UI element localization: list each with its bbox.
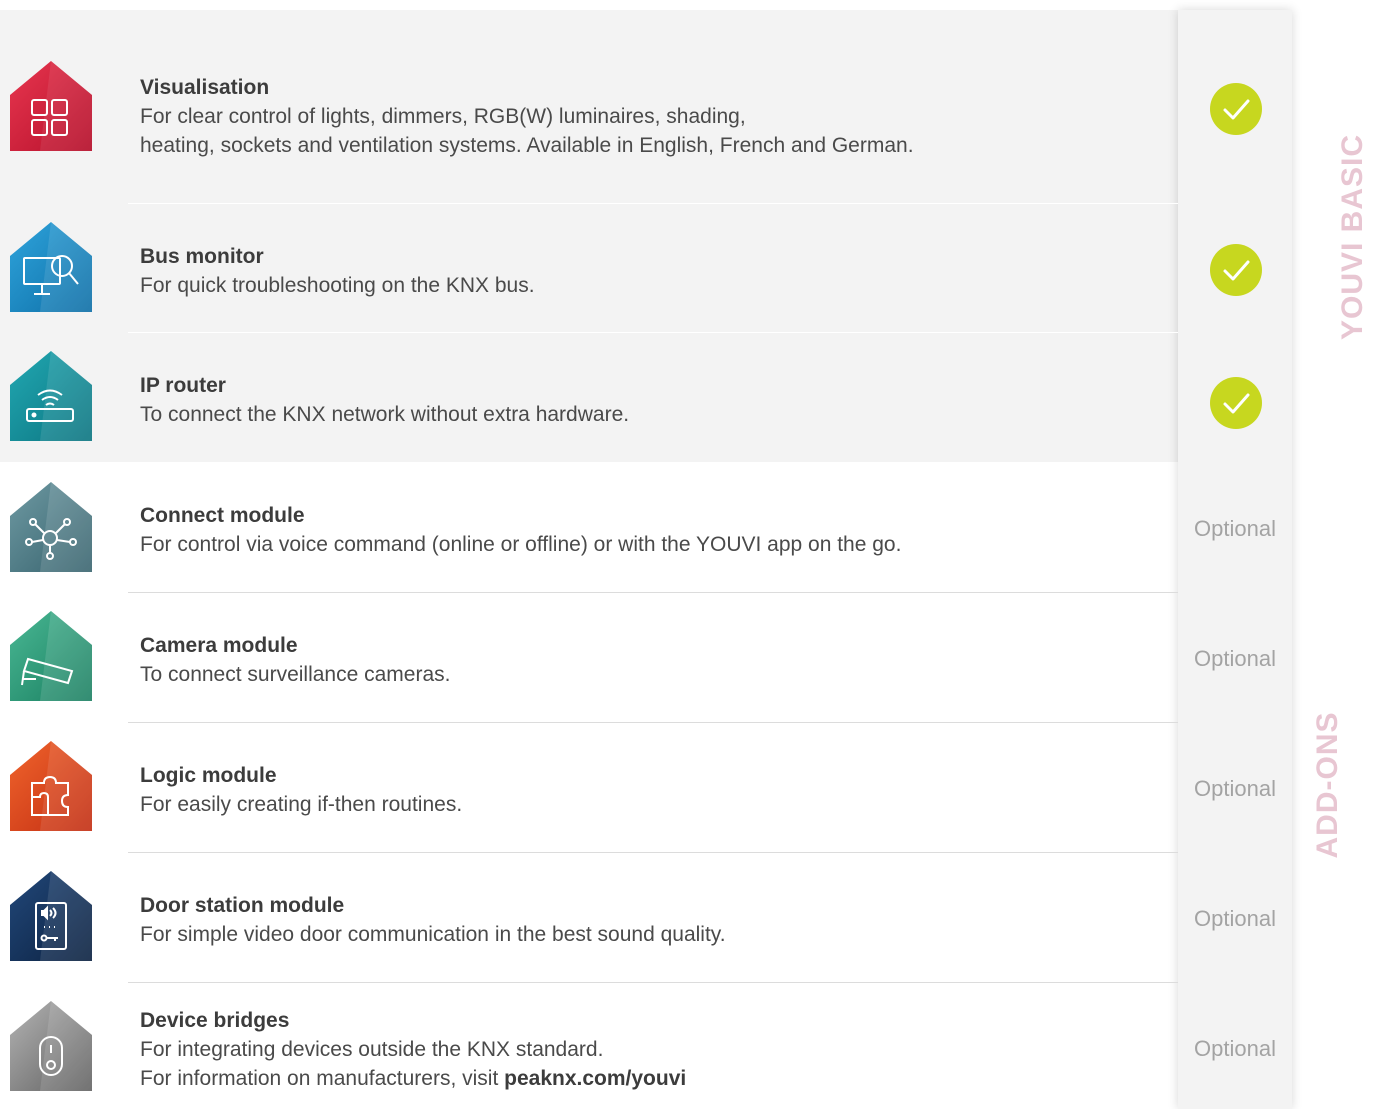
feature-text: Camera module To connect surveillance ca… (140, 631, 450, 689)
feature-text: IP router To connect the KNX network wit… (140, 371, 629, 429)
feature-description: To connect the KNX network without extra… (140, 403, 630, 426)
add-ons-label: ADD-ONS (1311, 711, 1344, 859)
feature-description: For simple video door communication in t… (140, 923, 726, 946)
feature-row-connect-module: Connect module For control via voice com… (0, 463, 1178, 593)
feature-row-door-station-module: Door station module For simple video doo… (0, 853, 1178, 983)
status-connect-module: Optional (1178, 463, 1292, 593)
optional-label: Optional (1194, 646, 1276, 671)
feature-row-ip-router: IP router To connect the KNX network wit… (0, 333, 1178, 462)
info-text: For information on manufacturers, visit (140, 1067, 505, 1090)
feature-title: IP router (140, 374, 226, 397)
checkmark-icon (1210, 377, 1262, 429)
door-station-icon (10, 871, 92, 961)
status-visualisation (1178, 10, 1292, 204)
optional-label: Optional (1194, 1036, 1276, 1061)
feature-text: Logic module For easily creating if-then… (140, 761, 462, 819)
camera-icon (10, 611, 92, 701)
router-icon (10, 351, 92, 441)
puzzle-icon (10, 741, 92, 831)
optional-label: Optional (1194, 906, 1276, 931)
feature-title: Visualisation (140, 76, 270, 99)
feature-description: For information on manufacturers, visit … (140, 1064, 686, 1093)
feature-text: Device bridges For integrating devices o… (140, 1006, 686, 1093)
checkmark-icon (1210, 244, 1262, 296)
feature-description: For control via voice command (online or… (140, 533, 902, 556)
checkmark-icon (1210, 83, 1262, 135)
feature-text: Bus monitor For quick troubleshooting on… (140, 242, 535, 300)
feature-text: Visualisation For clear control of light… (140, 73, 914, 160)
feature-title: Camera module (140, 634, 298, 657)
feature-description: For integrating devices outside the KNX … (140, 1038, 604, 1061)
feature-description: For easily creating if-then routines. (140, 793, 463, 816)
feature-title: Door station module (140, 894, 345, 917)
peaknx-link[interactable]: peaknx.com/youvi (504, 1067, 686, 1090)
status-bus-monitor (1178, 204, 1292, 333)
feature-title: Bus monitor (140, 245, 264, 268)
network-nodes-icon (10, 482, 92, 572)
status-device-bridges: Optional (1178, 983, 1292, 1109)
feature-row-device-bridges: Device bridges For integrating devices o… (0, 983, 1178, 1109)
optional-label: Optional (1194, 516, 1276, 541)
status-camera-module: Optional (1178, 593, 1292, 723)
optional-label: Optional (1194, 776, 1276, 801)
feature-description: For quick troubleshooting on the KNX bus… (140, 274, 535, 297)
feature-row-visualisation: Visualisation For clear control of light… (0, 10, 1178, 204)
status-door-station-module: Optional (1178, 853, 1292, 983)
feature-row-camera-module: Camera module To connect surveillance ca… (0, 593, 1178, 723)
feature-description: For clear control of lights, dimmers, RG… (140, 105, 746, 128)
youvi-basic-label: YOUVI BASIC (1336, 133, 1369, 341)
feature-description: heating, sockets and ventilation systems… (140, 134, 914, 157)
monitor-search-icon (10, 222, 92, 312)
feature-text: Door station module For simple video doo… (140, 891, 726, 949)
feature-row-bus-monitor: Bus monitor For quick troubleshooting on… (0, 204, 1178, 333)
feature-description: To connect surveillance cameras. (140, 663, 451, 686)
feature-text: Connect module For control via voice com… (140, 501, 901, 559)
feature-title: Connect module (140, 504, 305, 527)
status-logic-module: Optional (1178, 723, 1292, 853)
feature-title: Device bridges (140, 1009, 290, 1032)
grid-icon (10, 61, 92, 151)
doorbell-icon (10, 1001, 92, 1091)
status-ip-router (1178, 333, 1292, 462)
feature-row-logic-module: Logic module For easily creating if-then… (0, 723, 1178, 853)
feature-title: Logic module (140, 764, 277, 787)
